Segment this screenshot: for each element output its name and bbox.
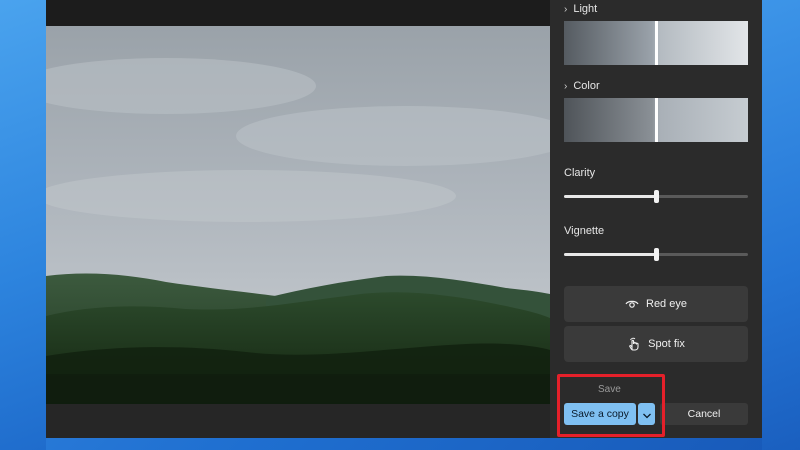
- cancel-button[interactable]: Cancel: [660, 403, 748, 425]
- light-preview-divider[interactable]: [655, 21, 658, 65]
- clarity-label: Clarity: [564, 167, 596, 179]
- vignette-slider[interactable]: [564, 248, 748, 261]
- clarity-thumb[interactable]: [654, 190, 659, 203]
- clarity-fill: [564, 195, 656, 198]
- vignette-thumb[interactable]: [654, 248, 659, 261]
- red-eye-button[interactable]: Red eye: [564, 286, 748, 322]
- light-label: Light: [573, 3, 598, 15]
- desktop-background-right: [762, 0, 800, 450]
- adjust-panel: › Light › Color Clarity Vignette Red eye…: [550, 0, 762, 438]
- light-preview-strip[interactable]: [564, 21, 748, 65]
- color-label: Color: [573, 80, 600, 92]
- vignette-fill: [564, 253, 656, 256]
- photos-edit-window: › Light › Color Clarity Vignette Red eye…: [46, 0, 762, 438]
- eye-icon: [625, 297, 639, 311]
- window-top-bar: [46, 0, 550, 26]
- spot-fix-button[interactable]: Spot fix: [564, 326, 748, 362]
- image-canvas[interactable]: [46, 26, 550, 438]
- touch-hand-icon: [627, 337, 641, 351]
- annotation-highlight-box: [557, 374, 665, 437]
- spot-fix-label: Spot fix: [648, 338, 685, 350]
- clarity-slider[interactable]: [564, 190, 748, 203]
- color-preview-divider[interactable]: [655, 98, 658, 142]
- color-preview-strip[interactable]: [564, 98, 748, 142]
- color-section-header[interactable]: › Color: [564, 80, 600, 92]
- chevron-right-icon: ›: [564, 3, 568, 15]
- red-eye-label: Red eye: [646, 298, 687, 310]
- vignette-label: Vignette: [564, 225, 605, 237]
- light-section-header[interactable]: › Light: [564, 3, 597, 15]
- desktop-background-left: [0, 0, 46, 450]
- photo-preview: [46, 26, 550, 404]
- chevron-right-icon: ›: [564, 80, 568, 92]
